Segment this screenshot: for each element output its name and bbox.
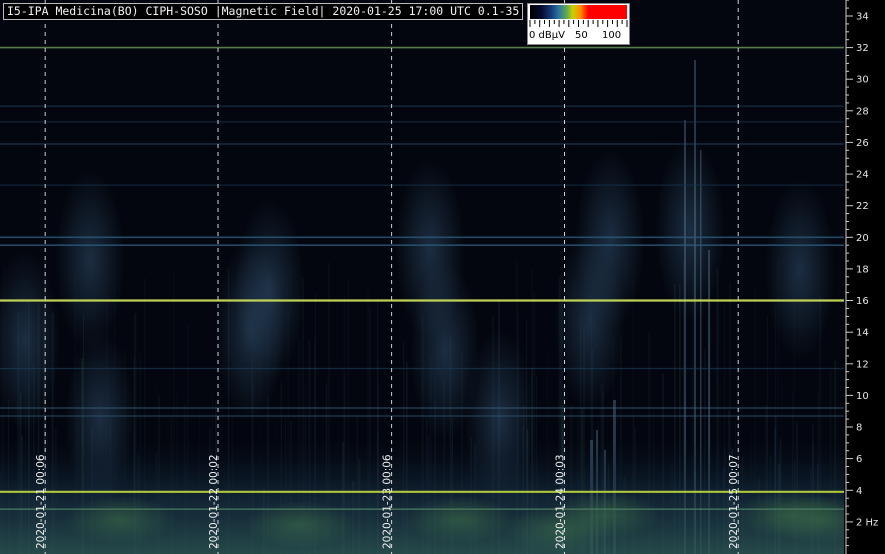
y-tick-label: 4: [856, 486, 862, 497]
y-tick-label: 18: [856, 264, 869, 275]
color-scale-gradient: [530, 5, 627, 19]
low-frequency-band: [0, 440, 844, 554]
y-tick-label: 28: [856, 106, 869, 117]
y-axis-strip: 2 Hz 4 6 8 10 12 14 16 18 20 22 24 26 28 30 32 34: [844, 0, 885, 554]
color-scale-ticks: [529, 20, 628, 27]
y-tick-label: 32: [856, 43, 869, 54]
color-scale-label-max: 100: [602, 30, 622, 41]
y-tick-label: 12: [856, 359, 869, 370]
spectrogram-plot: 2020-01-21 00:06 2020-01-22 00:02 2020-01-…: [0, 0, 875, 554]
y-tick-label: 6: [856, 454, 862, 465]
y-tick-label: 30: [856, 75, 869, 86]
x-marker-label: 2020-01-21 00:06: [35, 454, 47, 549]
y-tick-label: 22: [856, 201, 869, 212]
x-marker-label: 2020-01-24 00:03: [555, 454, 567, 549]
texture-plume: [765, 180, 835, 360]
texture-plume: [235, 200, 305, 380]
color-scale-label-mid: 50: [575, 30, 588, 41]
texture-plume: [655, 140, 725, 320]
y-tick-label: 24: [856, 170, 869, 181]
color-scale-legend: 0 dBµV 50 100: [527, 3, 630, 45]
spectrogram-window: 2020-01-21 00:06 2020-01-22 00:02 2020-01-…: [0, 0, 885, 554]
color-scale-label-min: 0 dBµV: [529, 30, 565, 41]
y-tick-label: 8: [856, 423, 862, 434]
y-tick-label: 10: [856, 391, 869, 402]
x-marker-label: 2020-01-22 00:02: [208, 454, 220, 549]
y-tick-label: 2 Hz: [856, 517, 878, 528]
y-tick-label: 34: [856, 12, 869, 23]
x-marker-label: 2020-01-23 00:06: [382, 454, 394, 549]
texture-plume: [575, 150, 645, 330]
color-scale-labels: 0 dBµV 50 100: [528, 29, 629, 43]
y-axis: 2 Hz 4 6 8 10 12 14 16 18 20 22 24 26 28 30 32 34: [845, 0, 878, 554]
y-tick-label: 16: [856, 296, 869, 307]
y-tick-label: 14: [856, 328, 869, 339]
y-tick-label: 26: [856, 138, 869, 149]
chart-title: I5-IPA Medicina(BO) CIPH-SOSO |Magnetic …: [3, 3, 524, 20]
x-marker-label: 2020-01-25 00:07: [728, 454, 740, 549]
texture-plume: [55, 170, 125, 350]
y-tick-label: 20: [856, 233, 869, 244]
